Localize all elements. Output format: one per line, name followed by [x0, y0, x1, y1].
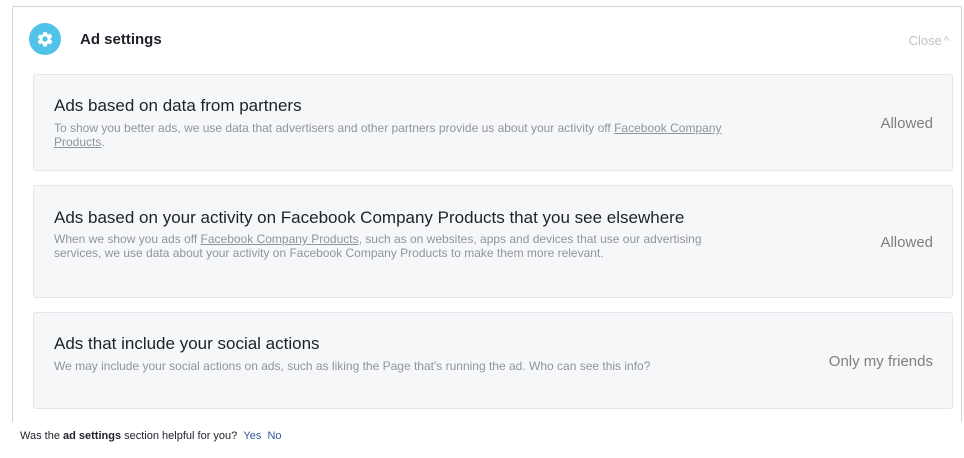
- setting-card-activity-elsewhere[interactable]: Ads based on your activity on Facebook C…: [33, 185, 953, 298]
- feedback-no-link[interactable]: No: [267, 430, 281, 442]
- facebook-company-products-link[interactable]: Facebook Company Products: [201, 232, 359, 246]
- setting-description: We may include your social actions on ad…: [54, 359, 744, 373]
- close-label: Close: [908, 33, 942, 48]
- setting-description: When we show you ads off Facebook Compan…: [54, 232, 744, 260]
- feedback-yes-link[interactable]: Yes: [243, 430, 261, 442]
- setting-value: Only my friends: [828, 353, 933, 370]
- setting-description: To show you better ads, we use data that…: [54, 121, 744, 149]
- setting-title: Ads that include your social actions: [54, 334, 320, 353]
- setting-title: Ads based on your activity on Facebook C…: [54, 208, 685, 227]
- feedback-prompt: Was the ad settings section helpful for …: [20, 430, 282, 442]
- setting-value: Allowed: [880, 115, 933, 132]
- panel-title: Ad settings: [80, 31, 162, 48]
- gear-icon: [29, 23, 61, 55]
- setting-value: Allowed: [880, 234, 933, 251]
- feedback-text: Was the: [20, 430, 63, 442]
- description-text: When we show you ads off: [54, 232, 201, 246]
- setting-title: Ads based on data from partners: [54, 96, 302, 115]
- setting-card-partners-data[interactable]: Ads based on data from partners To show …: [33, 74, 953, 171]
- feedback-bold-text: ad settings: [63, 430, 122, 442]
- feedback-text-end: section helpful for you?: [121, 430, 238, 442]
- panel-header: Ad settings Close ^: [13, 7, 961, 71]
- setting-card-social-actions[interactable]: Ads that include your social actions We …: [33, 312, 953, 409]
- close-button[interactable]: Close ^: [909, 33, 949, 48]
- description-text: To show you better ads, we use data that…: [54, 121, 615, 135]
- description-text: We may include your social actions on ad…: [54, 359, 651, 373]
- ad-settings-panel: Ad settings Close ^ Ads based on data fro…: [12, 6, 962, 422]
- chevron-up-icon: ^: [943, 35, 949, 47]
- description-text-end: .: [101, 135, 105, 149]
